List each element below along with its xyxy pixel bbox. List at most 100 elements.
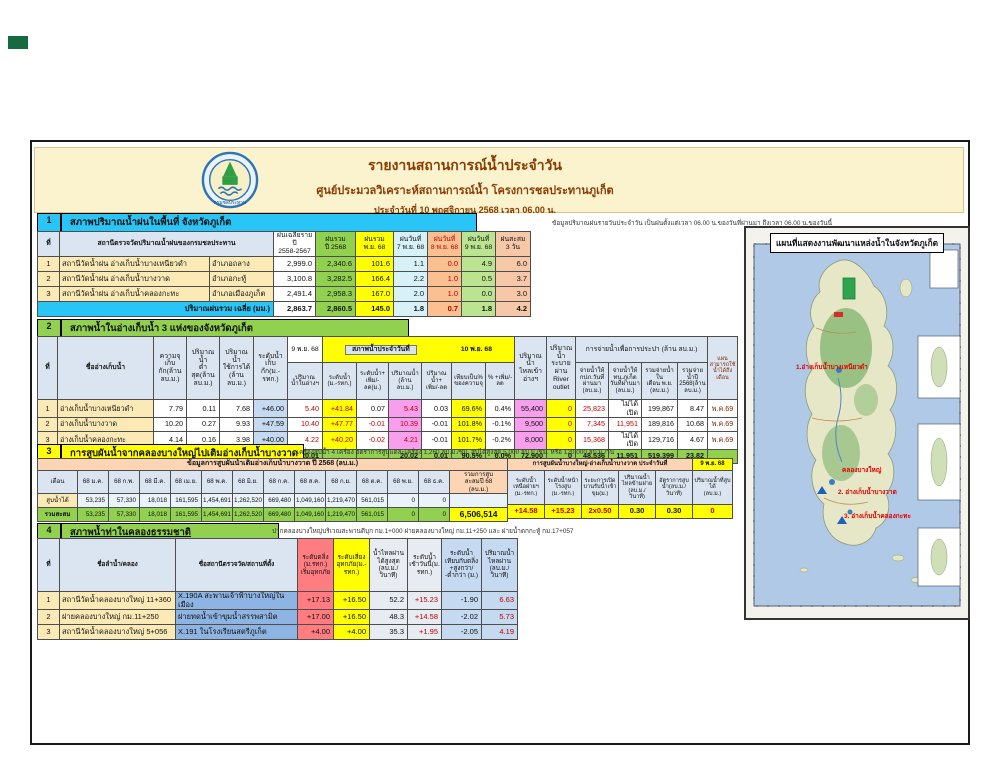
- table-header-row: การสูบผันน้ำบางใหญ่-อ่างเก็บน้ำบางวาด ปร…: [508, 459, 733, 471]
- table-cell: 161,595: [171, 494, 202, 508]
- table-header-cell: ปริมาณน้ำ ไหลผ่าน (ลบ.ม./ วินาที): [482, 539, 518, 592]
- table-cell: สถานีวัดน้ำฝน อ่างเก็บน้ำบางวาด: [60, 272, 210, 287]
- table-header-cell: รวมจ่ายน้ำใน เดือน พ.ย. (ลบ.ม.): [642, 363, 678, 400]
- table-header-cell: น้ำไหลผ่าน ได้สูงสุด (ลบ.ม./ วินาที): [370, 539, 408, 592]
- table-cell: 25,823: [576, 400, 609, 418]
- table-row: 1สถานีวัดน้ำฝน อ่างเก็บน้ำบางเหนียวดำอำเ…: [38, 257, 531, 272]
- table-header-cell: ปริมาณ น้ำในอ่างฯ: [288, 363, 323, 400]
- table-header-cell: ระดับน้ำ (ม.-รทก.): [323, 363, 357, 400]
- table-cell: 68 ก.ค.: [264, 471, 295, 494]
- section1-title: สภาพปริมาณน้ำฝนในพื้นที่ จังหวัดภูเก็ต: [61, 213, 477, 232]
- table-cell: 52.2: [370, 592, 408, 610]
- table-cell: 57,330: [109, 508, 140, 522]
- table-cell: -0.1%: [486, 418, 515, 432]
- table-cell: ปริมาณฝนรวม เฉลี่ย (มม.): [38, 302, 274, 317]
- table-cell: -2.05: [442, 625, 482, 640]
- table-header-cell: ปริมาณน้ำ+ เพิ่ม/-ลด: [422, 363, 452, 400]
- table-cell: 4.67: [678, 432, 708, 450]
- table-cell: 0.5: [462, 272, 496, 287]
- table-cell: 2,491.4: [274, 287, 316, 302]
- table-header-cell: ระดับตลิ่ง (ม.รทก.) เริ่มอุทกภัย: [298, 539, 334, 592]
- table-cell: ระยะการเปิด บานรับน้ำเข้า ขุม(ม.): [582, 471, 619, 505]
- table-header-cell: ระดับน้ำ+ เพิ่ม/-ลด(ม.): [357, 363, 389, 400]
- pumping-table-monthly: ข้อมูลการสูบผันน้ำเติมอ่างเก็บน้ำบางวาด …: [37, 458, 508, 522]
- table-cell: +17.00: [298, 610, 334, 625]
- table-header-cell: ฝนรวม ปี 2568: [316, 232, 356, 257]
- table-header-cell: ชื่อสถานีตรวจวัด/สถานที่ตั้ง: [176, 539, 298, 592]
- table-cell: พ.ค.69: [708, 400, 738, 418]
- table-cell: 9,500: [515, 418, 547, 432]
- table-cell: เดือน: [38, 471, 78, 494]
- table-header-row: ที่ ชื่ออ่างเก็บน้ำ ความจุเก็บ กัก(ล้าน …: [38, 337, 738, 363]
- map-title: แผนที่แสดงงานพัฒนาแหล่งน้ำในจังหวัดภูเก็…: [770, 233, 944, 253]
- table-header-cell: ฝนวันที่ 7 พ.ย. 68: [394, 232, 428, 257]
- table-cell: X.190A สะพานเจ้าฟ้าบางใหญ่ในเมือง: [176, 592, 298, 610]
- table-cell: รวมสะสม: [38, 508, 78, 522]
- table-row: 1อ่างเก็บน้ำบางเหนียวดำ7.790.117.68+46.0…: [38, 400, 738, 418]
- table-cell: 1.0: [428, 287, 462, 302]
- table-cell: 0.27: [187, 418, 220, 432]
- table-header-cell: ระดับน้ำ เทียบกับตลิ่ง +สูงกว่า/ -ต่ำกว่…: [442, 539, 482, 592]
- table-cell: -0.01: [422, 418, 452, 432]
- table-cell: 68 ส.ค.: [295, 471, 326, 494]
- table-cell: 68 ม.ค.: [78, 471, 109, 494]
- table-cell: 167.0: [356, 287, 394, 302]
- table-cell: 4.19: [482, 625, 518, 640]
- table-cell: 5.43: [389, 400, 422, 418]
- table-cell: สถานีวัดน้ำฝน อ่างเก็บน้ำบางเหนียวดำ: [60, 257, 210, 272]
- table-cell: 48.3: [370, 610, 408, 625]
- table-cell: +4.00: [298, 625, 334, 640]
- table-cell: +47.59: [254, 418, 288, 432]
- table-cell: 68 ต.ค.: [357, 471, 388, 494]
- table-header-cell: ระดับน้ำ เช้าวันนี้(ม. รทก.): [408, 539, 442, 592]
- table-cell: +14.58: [408, 610, 442, 625]
- table-cell: อำเภอกะทู้: [210, 272, 274, 287]
- table-cell: 6.63: [482, 592, 518, 610]
- table-cell: +47.77: [323, 418, 357, 432]
- table-cell: 7,345: [576, 418, 609, 432]
- table-cell: 68 พ.ย.: [388, 471, 419, 494]
- table-cell: 3,282.5: [316, 272, 356, 287]
- table-cell: 2,340.6: [316, 257, 356, 272]
- table-row: 2สถานีวัดน้ำฝน อ่างเก็บน้ำบางวาดอำเภอกะท…: [38, 272, 531, 287]
- table-header-cell: ฝนรวม พ.ย. 68: [356, 232, 394, 257]
- table-cell: X.191 ในโรงเรียนสตรีภูเก็ต: [176, 625, 298, 640]
- page-subtitle: ศูนย์ประมวลวิเคราะห์สถานการณ์น้ำ โครงการ…: [205, 181, 725, 199]
- table-cell: 0.30: [656, 505, 693, 519]
- table-cell: 0: [419, 508, 450, 522]
- table-cell: 68 ธ.ค.: [419, 471, 450, 494]
- table-cell: 10.68: [678, 418, 708, 432]
- table-header-cell: ฝนวันที่ 8 พ.ย. 68: [428, 232, 462, 257]
- corner-marker: [8, 36, 28, 49]
- table-cell: 55,400: [515, 400, 547, 418]
- table-header-row: ข้อมูลการสูบผันน้ำเติมอ่างเก็บน้ำบางวาด …: [38, 459, 508, 471]
- table-cell: 5.73: [482, 610, 518, 625]
- table-cell: 199,867: [642, 400, 678, 418]
- map-image: 1.อ่างเก็บน้ำบางเหนียวดำ คลองบางใหญ่ 2. …: [746, 228, 968, 618]
- report-sheet: กรมชลประทาน รายงานสถานการณ์น้ำประจำวัน ศ…: [30, 140, 970, 745]
- phuket-map: แผนที่แสดงงานพัฒนาแหล่งน้ำในจังหวัดภูเก็…: [744, 226, 970, 620]
- table-cell: 5.40: [288, 400, 323, 418]
- table-cell: -2.02: [442, 610, 482, 625]
- table-cell: 2: [38, 418, 58, 432]
- table-cell: +1.95: [408, 625, 442, 640]
- table-cell: 8.47: [678, 400, 708, 418]
- table-header-cell: ฝนเฉลี่ยรายปี 2558-2567: [274, 232, 316, 257]
- table-cell: ปริมาณน้ำ ไหลข้ามฝาย (ลบ.ม./ วินาที): [619, 471, 656, 505]
- table-cell: +14.58: [508, 505, 545, 519]
- table-cell: ฝายทดน้ำเข้าขุมน้ำสรรพสามิต: [176, 610, 298, 625]
- table-header-cell: สถานีตรวจวัดปริมาณน้ำฝนของกรมชลประทาน: [60, 232, 274, 257]
- table-header-cell: % +เพิ่ม/-ลด: [486, 363, 515, 400]
- table-cell: 35.3: [370, 625, 408, 640]
- table-cell: 53,235: [78, 494, 109, 508]
- table-header-cell: ปริมาณน้ำ (ล้าน ลบ.ม.): [389, 363, 422, 400]
- table-cell: 3.0: [496, 287, 531, 302]
- table-cell: อ่างเก็บน้ำบางเหนียวดำ: [58, 400, 154, 418]
- table-cell: 561,015: [357, 508, 388, 522]
- table-header-cell: ที่: [38, 337, 58, 400]
- table-row: ปริมาณฝนรวม เฉลี่ย (มม.)2,863.72,860.514…: [38, 302, 531, 317]
- table-header-cell: ฝนวันที่ 9 พ.ย. 68: [462, 232, 496, 257]
- table-cell: 68 มี.ค.: [140, 471, 171, 494]
- rainfall-table: ที่ สถานีตรวจวัดปริมาณน้ำฝนของกรมชลประทา…: [37, 231, 531, 317]
- stream-table: ที่ ชื่อลำน้ำ/คลอง ชื่อสถานีตรวจวัด/สถาน…: [37, 538, 518, 640]
